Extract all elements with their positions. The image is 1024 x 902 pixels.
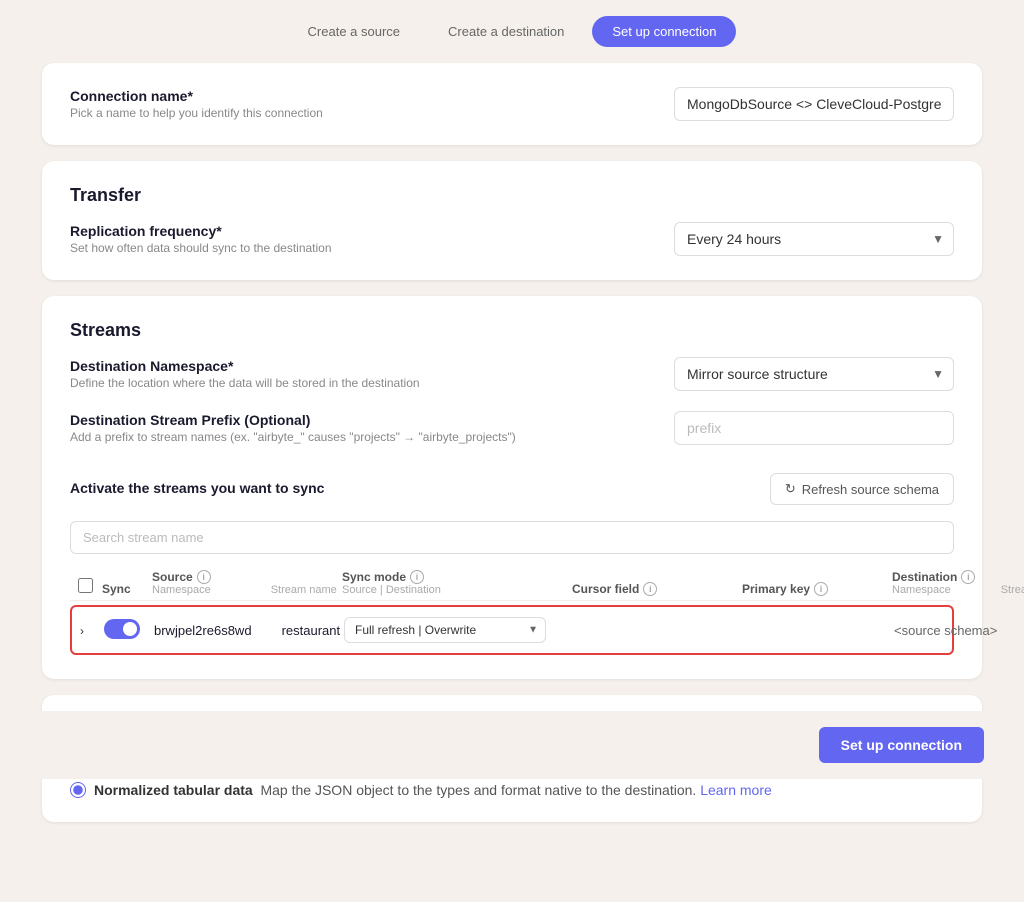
sync-header-label: Sync — [102, 582, 131, 596]
row-namespace-cell: brwjpel2re6s8wd restaurant — [154, 623, 344, 638]
header-source-cell: Source i Namespace Stream name — [152, 570, 342, 596]
setup-connection-button[interactable]: Set up connection — [819, 727, 984, 763]
replication-desc: Set how often data should sync to the de… — [70, 241, 332, 255]
dest-namespace-select-group: Mirror source structure Custom format De… — [674, 357, 954, 391]
row-toggle-cell — [104, 619, 154, 642]
header-sync-mode-cell: Sync mode i Source | Destination — [342, 570, 572, 596]
dest-prefix-label: Destination Stream Prefix (Optional) — [70, 412, 516, 428]
dest-namespace-select[interactable]: Mirror source structure Custom format De… — [674, 357, 954, 391]
replication-label-group: Replication frequency* Set how often dat… — [70, 223, 332, 255]
transfer-card: Transfer Replication frequency* Set how … — [42, 161, 982, 280]
row-dest-namespace: <source schema> — [894, 623, 997, 638]
streams-title: Streams — [70, 320, 954, 341]
dest-prefix-input[interactable] — [674, 411, 954, 445]
cursor-info-icon: i — [643, 582, 657, 596]
cursor-header: Cursor field i — [572, 582, 742, 596]
normalized-data-radio[interactable] — [70, 782, 86, 798]
search-stream-input[interactable] — [70, 521, 954, 554]
stream-toggle[interactable] — [104, 619, 140, 639]
refresh-schema-button[interactable]: ↻ Refresh source schema — [770, 473, 954, 505]
highlighted-stream-row: › brwjpel2re6s8wd restaurant — [70, 605, 954, 655]
dest-namespace-sub: Namespace — [892, 584, 951, 596]
dest-namespace-label: Destination Namespace* — [70, 358, 420, 374]
dest-namespace-label-group: Destination Namespace* Define the locati… — [70, 358, 420, 390]
dest-prefix-input-group — [674, 411, 954, 445]
source-header-label: Source — [152, 570, 193, 584]
row-sync-mode-cell: Full refresh | Overwrite Full refresh | … — [344, 617, 574, 643]
sync-mode-header-label: Sync mode — [342, 570, 406, 584]
learn-more-link[interactable]: Learn more — [700, 782, 772, 798]
replication-label: Replication frequency* — [70, 223, 332, 239]
dest-namespace-desc: Define the location where the data will … — [70, 376, 420, 390]
connection-name-label: Connection name* — [70, 88, 323, 104]
dest-stream-name-sub: Stream name — [1001, 584, 1024, 596]
sync-mode-wrapper: Full refresh | Overwrite Full refresh | … — [344, 617, 546, 643]
activate-streams-label: Activate the streams you want to sync — [70, 480, 324, 496]
sync-header: Sync — [102, 582, 152, 596]
connection-name-row: Connection name* Pick a name to help you… — [70, 87, 954, 121]
nav-step-source[interactable]: Create a source — [288, 16, 421, 47]
row-dest-namespace-cell: <source schema> — [894, 622, 1024, 638]
source-header: Source i — [152, 570, 342, 584]
connection-name-label-group: Connection name* Pick a name to help you… — [70, 88, 323, 120]
activate-streams-header: Activate the streams you want to sync ↻ … — [70, 473, 954, 505]
primary-key-info-icon: i — [814, 582, 828, 596]
expand-icon[interactable]: › — [80, 624, 84, 638]
replication-row: Replication frequency* Set how often dat… — [70, 222, 954, 256]
search-wrapper — [70, 521, 954, 554]
row-stream-name: restaurant — [282, 623, 341, 638]
connection-name-desc: Pick a name to help you identify this co… — [70, 106, 323, 120]
header-cursor-cell: Cursor field i — [572, 582, 742, 596]
dest-prefix-desc: Add a prefix to stream names (ex. "airby… — [70, 430, 516, 444]
nav-step-destination[interactable]: Create a destination — [428, 16, 584, 47]
table-header: Sync Source i Namespace Stream name — [70, 566, 954, 601]
header-sync-cell: Sync — [102, 582, 152, 596]
select-all-checkbox[interactable] — [78, 578, 93, 593]
replication-select-group: Every 24 hours Every 12 hours Every 6 ho… — [674, 222, 954, 256]
primary-key-header: Primary key i — [742, 582, 892, 596]
connection-name-input[interactable] — [674, 87, 954, 121]
replication-select[interactable]: Every 24 hours Every 12 hours Every 6 ho… — [674, 222, 954, 256]
normalized-data-label: Normalized tabular data Map the JSON obj… — [94, 782, 772, 798]
source-info-icon: i — [197, 570, 211, 584]
sync-mode-info-icon: i — [410, 570, 424, 584]
header-checkbox-cell — [78, 578, 102, 596]
stream-row-data: › brwjpel2re6s8wd restaurant — [72, 607, 952, 653]
primary-key-label: Primary key — [742, 582, 810, 596]
top-nav: Create a source Create a destination Set… — [0, 0, 1024, 63]
nav-step-connection[interactable]: Set up connection — [592, 16, 736, 47]
normalized-label-bold: Normalized tabular data — [94, 782, 253, 798]
dest-sub-headers: Namespace Stream name — [892, 584, 1024, 596]
connection-name-input-group — [674, 87, 954, 121]
dest-prefix-label-group: Destination Stream Prefix (Optional) Add… — [70, 412, 516, 444]
activate-streams-section: Activate the streams you want to sync ↻ … — [70, 473, 954, 655]
transfer-title: Transfer — [70, 185, 954, 206]
dest-namespace-row: Destination Namespace* Define the locati… — [70, 357, 954, 391]
stream-name-sub: Stream name — [271, 584, 337, 596]
row-expand-cell: › — [80, 622, 104, 638]
normalized-data-option[interactable]: Normalized tabular data Map the JSON obj… — [70, 782, 954, 798]
sync-mode-header: Sync mode i — [342, 570, 572, 584]
destination-info-icon: i — [961, 570, 975, 584]
replication-select-wrapper: Every 24 hours Every 12 hours Every 6 ho… — [674, 222, 954, 256]
refresh-icon: ↻ — [785, 481, 796, 497]
namespace-sub: Namespace — [152, 584, 211, 596]
streams-card: Streams Destination Namespace* Define th… — [42, 296, 982, 679]
destination-header: Destination i — [892, 570, 1024, 584]
connection-name-card: Connection name* Pick a name to help you… — [42, 63, 982, 145]
normalized-desc: Map the JSON object to the types and for… — [257, 782, 772, 798]
refresh-btn-label: Refresh source schema — [802, 482, 939, 497]
destination-header-label: Destination — [892, 570, 957, 584]
sync-mode-select[interactable]: Full refresh | Overwrite Full refresh | … — [344, 617, 546, 643]
cursor-header-label: Cursor field — [572, 582, 639, 596]
header-destination-cell: Destination i Namespace Stream name — [892, 570, 1024, 596]
source-sub-headers: Namespace Stream name — [152, 584, 342, 596]
sync-mode-sub: Source | Destination — [342, 584, 572, 596]
footer: Set up connection — [0, 711, 1024, 779]
header-primary-key-cell: Primary key i — [742, 582, 892, 596]
dest-namespace-select-wrapper: Mirror source structure Custom format De… — [674, 357, 954, 391]
row-namespace: brwjpel2re6s8wd — [154, 623, 252, 638]
dest-prefix-row: Destination Stream Prefix (Optional) Add… — [70, 411, 954, 445]
